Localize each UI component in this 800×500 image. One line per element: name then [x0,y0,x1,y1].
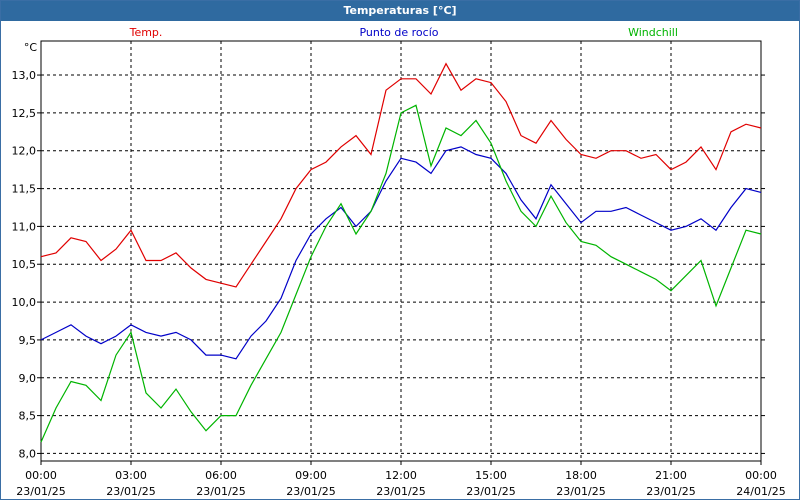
x-tick-label-time: 12:00 [385,469,417,482]
x-tick-label-date: 23/01/25 [646,485,695,498]
y-tick-label: 8,0 [19,447,37,460]
x-tick-label-date: 23/01/25 [286,485,335,498]
y-tick-label: 8,5 [19,410,37,423]
y-tick-label: 12,0 [12,145,37,158]
y-tick-label: 9,5 [19,334,37,347]
y-tick-label: 10,5 [12,258,37,271]
y-tick-label: 12,5 [12,107,37,120]
x-tick-label-time: 03:00 [115,469,147,482]
chart-window: Temperaturas [°C] 8,0 8,5 9,0 9,5 10,0 10,5 11… [0,0,800,500]
y-tick-label: 11,5 [12,183,37,196]
x-tick-label-date: 23/01/25 [376,485,425,498]
x-tick-label-date: 24/01/25 [736,485,785,498]
legend-entry: Windchill [628,26,678,39]
y-tick-label: 13,0 [12,69,37,82]
x-tick-label-date: 23/01/25 [466,485,515,498]
y-tick-label: 10,0 [12,296,37,309]
x-tick-label-time: 00:00 [745,469,777,482]
x-tick-label-date: 23/01/25 [16,485,65,498]
chart-title: Temperaturas [°C] [1,1,799,21]
legend-entry: Temp. [129,26,163,39]
x-tick-label-date: 23/01/25 [556,485,605,498]
x-tick-label-time: 15:00 [475,469,507,482]
y-axis-unit: °C [24,41,38,54]
x-tick-label-time: 18:00 [565,469,597,482]
x-tick-label-time: 00:00 [25,469,57,482]
x-tick-label-date: 23/01/25 [106,485,155,498]
x-tick-label-time: 06:00 [205,469,237,482]
x-tick-label-time: 09:00 [295,469,327,482]
y-tick-label: 11,0 [12,220,37,233]
y-tick-label: 9,0 [19,372,37,385]
x-tick-label-time: 21:00 [655,469,687,482]
legend-entry: Punto de rocío [359,26,438,39]
chart-canvas: 8,0 8,5 9,0 9,5 10,0 10,5 11,0 11,5 12,0 12,5 13,0… [12,26,786,498]
x-tick-label-date: 23/01/25 [196,485,245,498]
